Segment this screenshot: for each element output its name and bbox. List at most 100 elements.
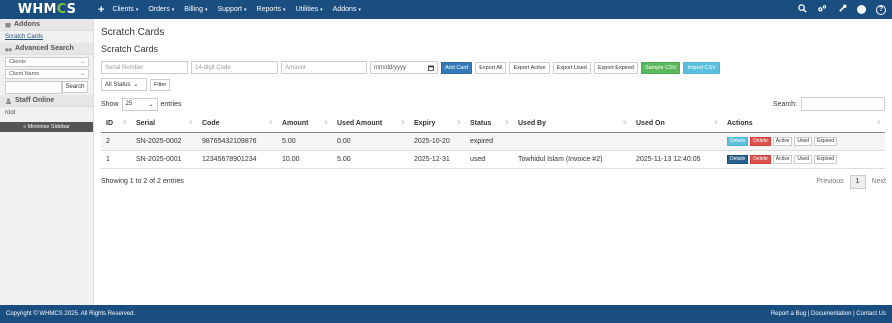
add-new-icon[interactable]: + — [98, 4, 104, 16]
col-serial[interactable]: Serial ⇅ — [131, 115, 197, 133]
mark-used-button[interactable]: Used — [794, 136, 813, 146]
chevron-down-icon: ⌄ — [80, 71, 85, 77]
table-info: Showing 1 to 2 of 2 entries — [101, 178, 184, 185]
gears-icon[interactable] — [817, 4, 827, 15]
cell-serial: SN-2025-0001 — [131, 150, 197, 169]
status-filter-select[interactable]: All Status ⌄ — [101, 78, 147, 91]
add-card-form: Serial Number 14-digit Code Amount mm/dd… — [101, 61, 892, 74]
search-type-select[interactable]: Clients ⌄ — [5, 57, 89, 67]
cell-serial: SN-2025-0002 — [131, 132, 197, 151]
cell-used-by: Towhidul Islam (Invoice #2) — [513, 150, 631, 169]
sort-icon: ⇅ — [400, 119, 405, 126]
cell-used-by — [513, 132, 631, 151]
search-label: Search: — [772, 100, 797, 108]
cell-actions: Details Delete Active Used Expired — [722, 150, 885, 169]
mark-used-button[interactable]: Used — [794, 154, 813, 164]
nav-clients[interactable]: Clients ▾ — [112, 6, 138, 13]
help-icon[interactable]: ? — [876, 4, 886, 15]
mark-active-button[interactable]: Active — [772, 154, 793, 164]
table-row: 2 SN-2025-0002 98765432109876 5.00 0.00 … — [101, 132, 885, 151]
advanced-search-heading: Advanced Search — [0, 43, 93, 55]
cell-used-on: 2025-11-13 12:40:05 — [631, 150, 722, 169]
users-icon — [6, 98, 11, 104]
cell-code: 12345678901234 — [197, 150, 277, 169]
cell-code: 98765432109876 — [197, 132, 277, 151]
export-all-button[interactable]: Export All — [475, 61, 507, 74]
chevron-down-icon: ⌄ — [148, 101, 154, 108]
mark-expired-button[interactable]: Expired — [814, 154, 838, 164]
nav-billing[interactable]: Billing ▾ — [184, 6, 207, 13]
delete-button[interactable]: Delete — [750, 136, 771, 146]
search-icon[interactable] — [797, 4, 807, 15]
col-code[interactable]: Code ⇅ — [197, 115, 277, 133]
sidebar-search-input[interactable] — [5, 81, 62, 94]
nav-support[interactable]: Support ▾ — [217, 6, 246, 13]
staff-online-heading: Staff Online — [0, 95, 93, 107]
staff-online-user: root — [5, 110, 16, 116]
sort-icon: ⇅ — [268, 119, 273, 126]
export-expired-button[interactable]: Export Expired — [593, 61, 638, 74]
mark-active-button[interactable]: Active — [772, 136, 793, 146]
scratch-cards-table: ID ⇅ Serial ⇅ Code ⇅ Amount ⇅ Used Amount ⇅ E… — [101, 115, 885, 169]
sample-csv-button[interactable]: Sample CSV — [640, 61, 681, 74]
cell-amount: 5.00 — [277, 132, 332, 151]
copyright-text: Copyright © WHMCS 2025. All Rights Reser… — [6, 311, 136, 317]
col-status[interactable]: Status ⇅ — [465, 115, 513, 133]
add-card-button[interactable]: Add Card — [441, 61, 473, 74]
code-input[interactable]: 14-digit Code — [191, 61, 278, 74]
sort-icon: ⇅ — [323, 119, 328, 126]
sort-icon: ⇅ — [456, 119, 461, 126]
details-button[interactable]: Details — [727, 136, 749, 146]
filter-button[interactable]: Filter — [150, 78, 171, 91]
col-used-amount[interactable]: Used Amount ⇅ — [332, 115, 409, 133]
serial-number-input[interactable]: Serial Number — [101, 61, 188, 74]
user-avatar-icon[interactable] — [857, 5, 866, 14]
nav-addons[interactable]: Addons ▾ — [333, 6, 361, 13]
col-id[interactable]: ID ⇅ — [101, 115, 131, 133]
chevron-down-icon: ⌄ — [133, 82, 139, 88]
cell-actions: Details Delete Active Used Expired — [722, 132, 885, 151]
whmcs-logo[interactable]: WHM C S — [0, 0, 94, 19]
details-button[interactable]: Details — [727, 154, 749, 164]
footer-links[interactable]: Report a Bug | Documentation | Contact U… — [771, 311, 886, 317]
scratch-cards-link[interactable]: Scratch Cards — [0, 31, 93, 43]
delete-button[interactable]: Delete — [750, 154, 771, 164]
nav-utilities[interactable]: Utilities ▾ — [296, 6, 323, 13]
table-search-input[interactable] — [801, 97, 885, 111]
show-label: Show — [101, 100, 119, 108]
table-header-row: ID ⇅ Serial ⇅ Code ⇅ Amount ⇅ Used Amount ⇅ E… — [101, 115, 885, 133]
minimise-sidebar-button[interactable]: « Minimise Sidebar — [0, 122, 93, 132]
cell-used-on — [631, 132, 722, 151]
puzzle-icon — [5, 22, 11, 27]
col-used-on[interactable]: Used On ⇅ — [631, 115, 722, 133]
table-row: 1 SN-2025-0001 12345678901234 10.00 5.00… — [101, 150, 885, 169]
entries-label: entries — [160, 100, 182, 108]
nav-reports[interactable]: Reports ▾ — [257, 6, 286, 13]
col-expiry[interactable]: Expiry ⇅ — [409, 115, 465, 133]
search-field-select[interactable]: Client Name ⌄ — [5, 69, 89, 79]
export-used-button[interactable]: Export Used — [552, 61, 591, 74]
col-used-by[interactable]: Used By ⇅ — [513, 115, 631, 133]
sort-icon: ⇅ — [188, 119, 193, 126]
amount-input[interactable]: Amount — [281, 61, 367, 74]
col-amount[interactable]: Amount ⇅ — [277, 115, 332, 133]
cell-status: used — [465, 150, 513, 169]
wrench-icon[interactable] — [837, 4, 847, 15]
nav-orders[interactable]: Orders ▾ — [148, 6, 174, 13]
sort-icon: ⇅ — [713, 119, 718, 126]
import-csv-button[interactable]: Import CSV — [683, 61, 720, 74]
previous-button[interactable]: Previous — [816, 178, 843, 185]
section-title: Scratch Cards — [101, 44, 159, 54]
cell-expiry: 2025-12-31 — [409, 150, 465, 169]
export-active-button[interactable]: Export Active — [509, 61, 550, 74]
expiry-date-input[interactable]: mm/dd/yyyy — [370, 61, 438, 74]
page-size-select[interactable]: 25 ⌄ — [121, 97, 158, 111]
page-footer: Copyright © WHMCS 2025. All Rights Reser… — [0, 305, 892, 323]
calendar-icon[interactable] — [428, 65, 434, 71]
cell-used-amount: 5.00 — [332, 150, 409, 169]
page-1-button[interactable]: 1 — [849, 174, 866, 189]
sort-icon: ⇅ — [504, 119, 509, 126]
mark-expired-button[interactable]: Expired — [814, 136, 838, 146]
next-button[interactable]: Next — [872, 178, 886, 185]
sidebar-search-button[interactable]: Search — [62, 81, 88, 93]
